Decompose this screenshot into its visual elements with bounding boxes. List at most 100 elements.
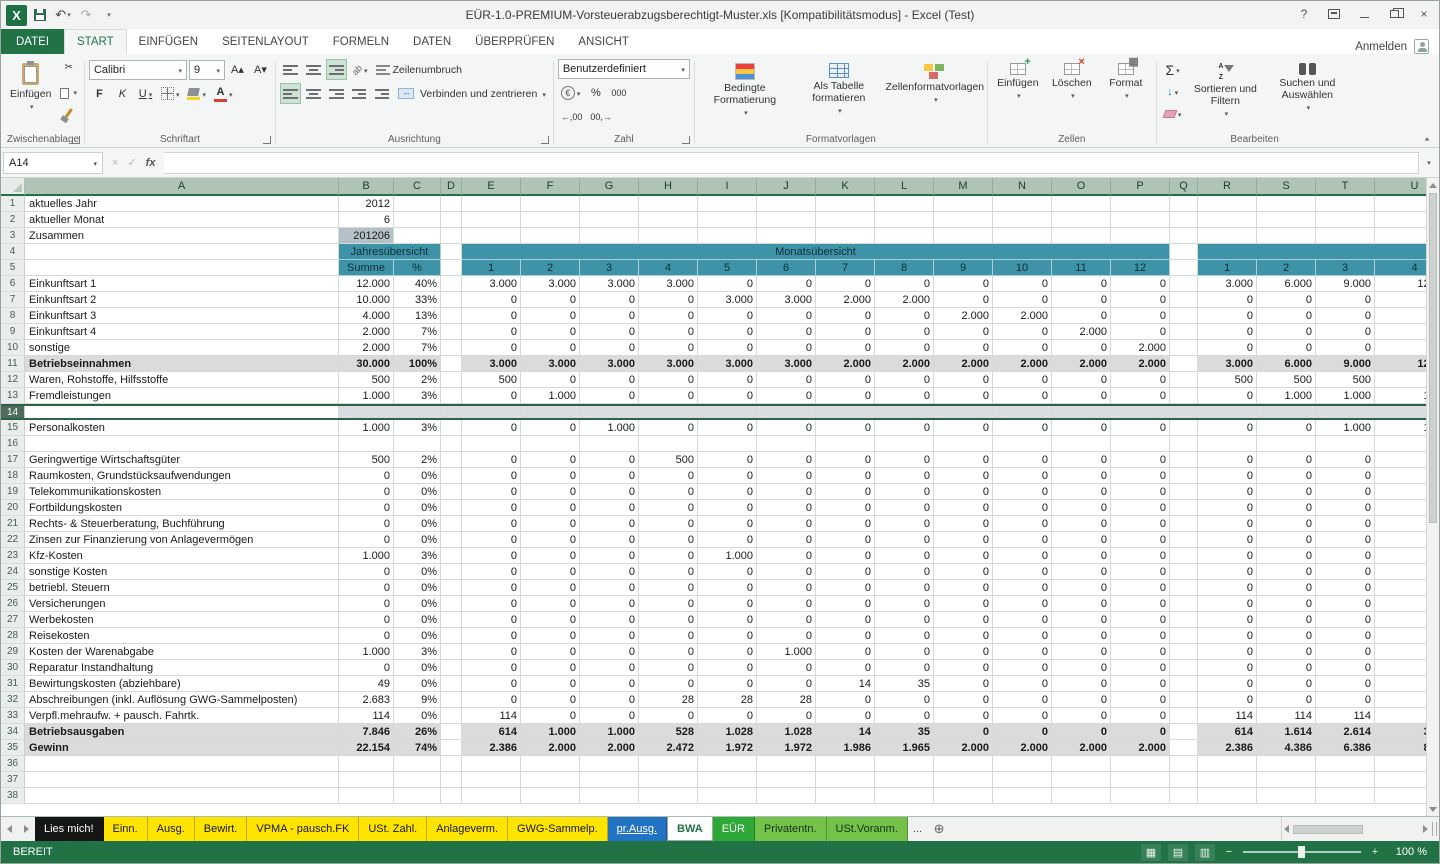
cell[interactable]: 0 <box>816 420 875 436</box>
cell[interactable]: 0 <box>1111 452 1170 468</box>
row-header-11[interactable]: 11 <box>1 356 25 372</box>
cell[interactable]: 2.000 <box>816 292 875 308</box>
cell[interactable]: 22.154 <box>339 740 394 756</box>
cell[interactable] <box>698 196 757 212</box>
cell[interactable]: 28 <box>757 692 816 708</box>
sheet-tab-ausg-[interactable]: Ausg. <box>148 817 195 841</box>
cell[interactable]: 3.000 <box>1198 276 1257 292</box>
cell[interactable] <box>25 772 339 788</box>
cell[interactable]: 0 <box>1375 564 1426 580</box>
cell[interactable]: 0% <box>394 596 441 612</box>
row-header-25[interactable]: 25 <box>1 580 25 596</box>
row-header-33[interactable]: 33 <box>1 708 25 724</box>
cell[interactable] <box>1170 692 1198 708</box>
cell[interactable] <box>1316 772 1375 788</box>
formula-input[interactable] <box>164 152 1419 174</box>
cell[interactable]: 0 <box>580 484 639 500</box>
cell[interactable] <box>993 772 1052 788</box>
cell[interactable]: 3% <box>394 420 441 436</box>
row-header-28[interactable]: 28 <box>1 628 25 644</box>
cell[interactable]: sonstige <box>25 340 339 356</box>
cell[interactable]: 74% <box>394 740 441 756</box>
cell[interactable]: 0 <box>757 580 816 596</box>
cell[interactable]: 0 <box>462 308 521 324</box>
row-header-23[interactable]: 23 <box>1 548 25 564</box>
cell[interactable] <box>1170 660 1198 676</box>
cell[interactable] <box>25 260 339 276</box>
cell[interactable]: 0 <box>339 612 394 628</box>
cell[interactable]: 0 <box>993 580 1052 596</box>
cell[interactable] <box>580 228 639 244</box>
cell[interactable]: 1.000 <box>521 724 580 740</box>
cell[interactable]: 0 <box>757 596 816 612</box>
shrink-font-button[interactable]: A▾ <box>250 59 271 80</box>
cell[interactable]: 114 <box>1257 708 1316 724</box>
cell[interactable]: 0 <box>1052 660 1111 676</box>
cell[interactable]: 3.000 <box>757 292 816 308</box>
cell[interactable]: 12 <box>1111 260 1170 276</box>
cell[interactable] <box>441 406 462 418</box>
cell[interactable] <box>580 772 639 788</box>
cell[interactable]: 0 <box>462 484 521 500</box>
cell[interactable]: 0 <box>521 628 580 644</box>
cell[interactable]: 6.386 <box>1316 740 1375 756</box>
cell[interactable] <box>1170 406 1198 418</box>
cell[interactable]: 2.000 <box>816 356 875 372</box>
file-tab[interactable]: DATEI <box>1 29 64 54</box>
cell[interactable]: 2.000 <box>875 356 934 372</box>
cell[interactable]: 0 <box>462 468 521 484</box>
select-all-corner[interactable] <box>1 178 25 196</box>
cell[interactable]: 0 <box>1257 500 1316 516</box>
cell[interactable] <box>441 660 462 676</box>
cell[interactable] <box>875 196 934 212</box>
cell[interactable] <box>757 406 816 418</box>
cell[interactable]: 2.000 <box>1111 356 1170 372</box>
cell[interactable]: Telekommunikationskosten <box>25 484 339 500</box>
cell[interactable]: 0 <box>816 276 875 292</box>
cell[interactable]: 2.000 <box>993 740 1052 756</box>
sheet-tab-ust-zahl-[interactable]: USt. Zahl. <box>359 817 427 841</box>
cell[interactable]: 0 <box>993 548 1052 564</box>
sheet-tab-anlageverm-[interactable]: Anlageverm. <box>427 817 508 841</box>
cell[interactable] <box>816 212 875 228</box>
cell[interactable]: 0 <box>462 532 521 548</box>
cell[interactable]: 0 <box>934 548 993 564</box>
cell[interactable]: 0 <box>462 660 521 676</box>
cell[interactable]: 0 <box>1198 580 1257 596</box>
cell[interactable]: 0 <box>993 708 1052 724</box>
cell[interactable] <box>1052 436 1111 452</box>
enter-icon[interactable]: ✓ <box>127 156 136 169</box>
cell[interactable]: 1.028 <box>757 724 816 740</box>
cell[interactable]: 0 <box>462 292 521 308</box>
cell[interactable]: 9.000 <box>1316 276 1375 292</box>
row-header-32[interactable]: 32 <box>1 692 25 708</box>
column-header-F[interactable]: F <box>521 178 580 196</box>
cell[interactable] <box>1111 756 1170 772</box>
cell[interactable] <box>1257 756 1316 772</box>
cell[interactable] <box>875 772 934 788</box>
cell[interactable]: 0 <box>580 516 639 532</box>
cell[interactable]: 0 <box>521 292 580 308</box>
cell[interactable] <box>25 244 339 260</box>
zoom-out-icon[interactable]: − <box>1222 846 1236 858</box>
column-header-P[interactable]: P <box>1111 178 1170 196</box>
cell[interactable]: Verpfl.mehraufw. + pausch. Fahrtk. <box>25 708 339 724</box>
cell[interactable]: 0 <box>816 596 875 612</box>
row-header-13[interactable]: 13 <box>1 388 25 404</box>
sort-filter-button[interactable]: Sortieren und Filtern <box>1186 59 1264 123</box>
cell[interactable]: 0 <box>993 692 1052 708</box>
cell[interactable]: 0 <box>1316 292 1375 308</box>
cell[interactable]: 0 <box>993 484 1052 500</box>
cell[interactable]: 0 <box>1198 676 1257 692</box>
cell[interactable]: 0 <box>934 692 993 708</box>
cell[interactable] <box>1170 388 1198 404</box>
cell[interactable]: 0 <box>993 324 1052 340</box>
cell[interactable]: 0 <box>1316 340 1375 356</box>
row-header-30[interactable]: 30 <box>1 660 25 676</box>
cell[interactable]: 28 <box>1375 692 1426 708</box>
cell[interactable]: 0 <box>993 372 1052 388</box>
font-size-select[interactable]: 9 <box>189 60 225 80</box>
align-bottom-button[interactable] <box>326 59 347 80</box>
cell[interactable]: 0 <box>1375 612 1426 628</box>
cell[interactable]: 0 <box>521 372 580 388</box>
